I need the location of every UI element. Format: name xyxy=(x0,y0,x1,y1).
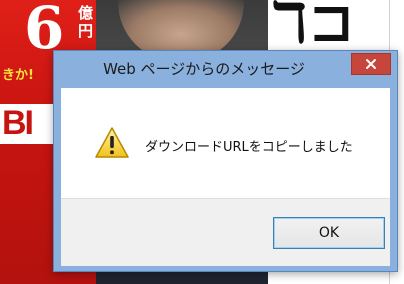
message-dialog: Web ページからのメッセージ ダウンロードURLをコピーしました OK xyxy=(53,50,398,272)
close-button[interactable] xyxy=(351,53,391,75)
message-area: ダウンロードURLをコピーしました xyxy=(61,88,390,198)
poster-kanji: 億円 xyxy=(78,4,94,40)
screen: 6 億円 きか! BI ℸ⊐ Web ページからのメッセージ ダウンロードURL… xyxy=(0,0,404,284)
dialog-title: Web ページからのメッセージ xyxy=(103,60,305,78)
dialog-titlebar[interactable]: Web ページからのメッセージ xyxy=(54,51,397,85)
warning-icon xyxy=(95,127,129,158)
close-icon xyxy=(366,59,376,69)
dialog-content: ダウンロードURLをコピーしました OK xyxy=(61,88,390,266)
ok-button[interactable]: OK xyxy=(273,217,385,249)
poster-glyphs: ℸ⊐ xyxy=(272,0,357,54)
poster-tagline: きか! xyxy=(2,68,34,83)
poster-banner-text: BI xyxy=(2,104,34,142)
dialog-button-bar: OK xyxy=(61,198,390,266)
dialog-message: ダウンロードURLをコピーしました xyxy=(145,140,353,155)
